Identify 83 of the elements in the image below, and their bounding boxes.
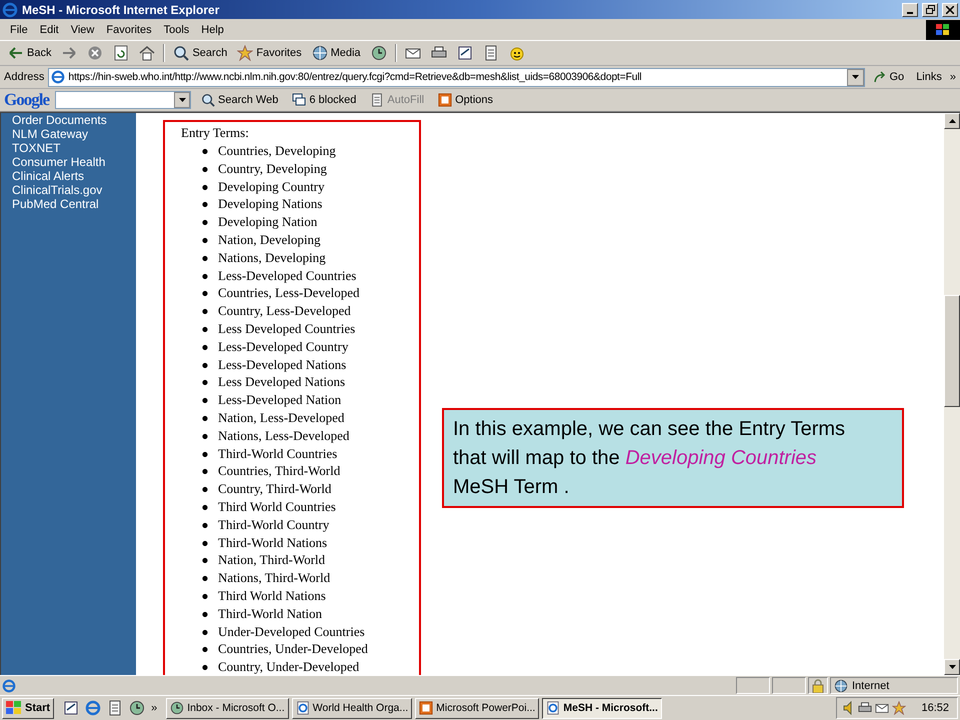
printer-icon: [858, 701, 872, 715]
sidebar-link[interactable]: Consumer Health: [12, 155, 136, 169]
minimize-icon: [907, 12, 913, 14]
star-icon: [237, 45, 254, 61]
clock-icon: [370, 45, 387, 61]
callout-text: In this example, we can see the Entry Terms that will map to the Developing Countries MeSH Term .: [442, 408, 904, 508]
status-panel: [772, 677, 806, 694]
back-arrow-button[interactable]: Back: [4, 42, 56, 64]
popup-blocker-button[interactable]: 6 blocked: [288, 89, 360, 111]
scrollbar-thumb[interactable]: [944, 295, 960, 407]
status-panel: [736, 677, 770, 694]
refresh-icon: [113, 45, 130, 61]
slides-icon: [419, 701, 434, 715]
sidebar-link[interactable]: ClinicalTrials.gov: [12, 183, 136, 197]
entry-terms-heading: Entry Terms:: [181, 125, 250, 141]
stop-icon: [87, 45, 104, 61]
windows-stack-icon: [292, 93, 306, 107]
document-icon: [482, 45, 499, 61]
restore-icon: [926, 5, 934, 14]
search-icon: [173, 45, 190, 61]
taskbar-button[interactable]: MeSH - Microsoft...: [542, 698, 662, 718]
search-web-button[interactable]: Search Web: [197, 89, 282, 111]
more-chevron[interactable]: »: [950, 71, 956, 83]
notepad-icon: [456, 45, 473, 61]
links-button[interactable]: Links: [912, 66, 946, 88]
home-icon: [139, 45, 156, 61]
search-button[interactable]: Search: [169, 42, 232, 64]
window-title: MeSH - Microsoft Internet Explorer: [22, 2, 220, 16]
go-button[interactable]: Go: [868, 66, 908, 88]
address-label: Address: [4, 71, 44, 83]
globe-button[interactable]: Media: [308, 42, 365, 64]
security-zone: Internet: [852, 680, 890, 692]
sidebar-link[interactable]: PubMed Central: [12, 197, 136, 211]
google-search-field[interactable]: [55, 91, 191, 109]
menu-item[interactable]: Tools: [158, 24, 196, 36]
options-button[interactable]: Options: [434, 89, 498, 111]
address-field[interactable]: https://hin-sweb.who.int/http://www.ncbi.nlm.nih.gov:80/entrez/query.fcgi?cmd=Retrieve&db=mesh&list_uids=68003906&dopt=Full: [48, 68, 864, 86]
page-e-icon: [296, 701, 310, 715]
windows-logo: [926, 20, 960, 40]
taskbar-button[interactable]: Microsoft PowerPoi...: [415, 698, 540, 718]
curved-arrow-icon: [872, 70, 886, 84]
menu-item[interactable]: Edit: [34, 24, 65, 36]
smiley-icon: [508, 45, 525, 61]
back-arrow-icon: [8, 45, 24, 61]
down-arrow-icon: [948, 665, 956, 669]
google-logo[interactable]: Google: [4, 90, 49, 110]
clock: 16:52: [921, 702, 949, 714]
close-icon: [946, 6, 954, 14]
clock-icon: [170, 701, 184, 715]
windows-logo-icon: [6, 701, 22, 715]
close-button[interactable]: [942, 2, 958, 16]
page-e-icon: [546, 701, 560, 715]
sidebar-link[interactable]: TOXNET: [12, 141, 136, 155]
taskbar-button[interactable]: World Health Orga...: [292, 698, 412, 718]
slides-icon: [438, 93, 452, 107]
page-e-icon: [2, 678, 16, 692]
notepad-button[interactable]: [63, 700, 80, 716]
sidebar-link[interactable]: NLM Gateway: [12, 127, 136, 141]
menu-item[interactable]: File: [4, 24, 34, 36]
more-chevron[interactable]: »: [151, 702, 158, 714]
menu-item[interactable]: Help: [195, 24, 230, 36]
envelope-icon: [875, 701, 890, 715]
sidebar-link[interactable]: Clinical Alerts: [12, 169, 136, 183]
document-icon: [370, 93, 384, 107]
star-icon: [892, 701, 906, 715]
globe-icon: [834, 678, 848, 692]
search-icon: [201, 93, 215, 107]
minimize-button[interactable]: [902, 2, 918, 16]
taskbar-button[interactable]: Inbox - Microsoft O...: [166, 698, 289, 718]
sidebar-link[interactable]: Order Documents: [12, 113, 136, 127]
star-button[interactable]: Favorites: [233, 42, 306, 64]
page-e-icon: [2, 2, 18, 18]
notepad-icon: [63, 700, 80, 716]
globe-icon: [312, 45, 328, 61]
padlock-icon: [812, 678, 824, 692]
menu-item[interactable]: View: [64, 24, 100, 36]
scrollbar[interactable]: [944, 113, 960, 675]
start-button[interactable]: Start: [2, 698, 54, 718]
restore-button[interactable]: [922, 2, 938, 16]
page-e-icon: [51, 70, 66, 84]
menu-item[interactable]: Favorites: [100, 24, 158, 36]
forward-arrow-icon: [61, 45, 78, 61]
up-arrow-icon: [948, 119, 956, 123]
